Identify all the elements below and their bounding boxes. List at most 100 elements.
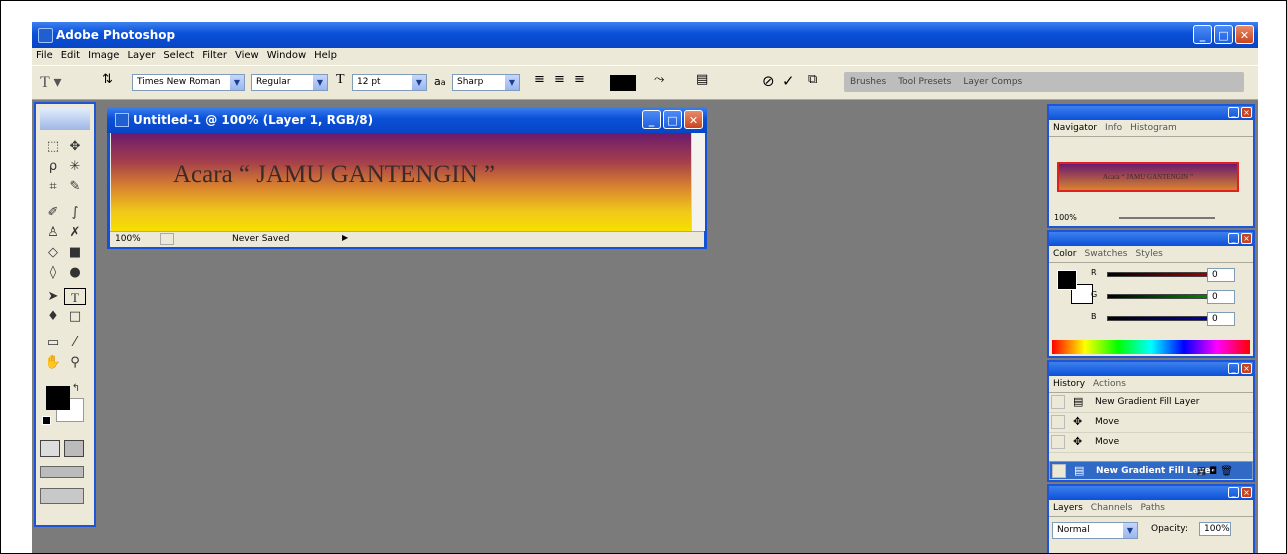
menu-image[interactable]: Image xyxy=(84,48,123,61)
vertical-scrollbar[interactable] xyxy=(691,133,705,231)
blur-icon[interactable]: ◊ xyxy=(42,264,64,281)
tab-layers[interactable]: Layers xyxy=(1049,500,1087,513)
quick-mask-icon[interactable] xyxy=(64,440,84,457)
palettes-icon[interactable]: ▤ xyxy=(696,72,708,92)
tab-actions[interactable]: Actions xyxy=(1089,376,1130,389)
pen-icon[interactable]: ♦ xyxy=(42,308,64,325)
brush-icon[interactable]: ∫ xyxy=(64,204,86,221)
file-browser-icon[interactable]: ⧉ xyxy=(808,72,817,92)
tab-swatches[interactable]: Swatches xyxy=(1081,246,1132,259)
menu-select[interactable]: Select xyxy=(159,48,198,61)
slice-icon[interactable]: ✎ xyxy=(64,178,86,195)
zoom-level[interactable]: 100% xyxy=(115,234,141,244)
standard-mode-icon[interactable] xyxy=(40,440,60,457)
blend-mode-select[interactable]: Normal ▼ xyxy=(1052,522,1138,539)
default-colors-icon[interactable] xyxy=(42,416,51,425)
align-right-icon[interactable]: ≡ xyxy=(574,72,585,92)
tab-info[interactable]: Info xyxy=(1101,120,1126,133)
doc-maximize-button[interactable]: □ xyxy=(663,110,682,129)
cancel-icon[interactable]: ⊘ xyxy=(762,72,775,92)
font-style-select[interactable]: Regular ▼ xyxy=(251,74,328,91)
menu-layer[interactable]: Layer xyxy=(123,48,159,61)
history-brush-source-box[interactable] xyxy=(1052,464,1066,478)
panel-close-icon[interactable]: × xyxy=(1241,233,1252,244)
status-arrow-icon[interactable]: ▶ xyxy=(342,233,348,242)
panel-close-icon[interactable]: × xyxy=(1241,487,1252,498)
menu-window[interactable]: Window xyxy=(263,48,310,61)
notes-icon[interactable]: ▭ xyxy=(42,334,64,351)
jump-to-imageready-icon[interactable] xyxy=(40,488,84,504)
navigator-zoom-slider[interactable] xyxy=(1119,217,1215,219)
menu-edit[interactable]: Edit xyxy=(57,48,84,61)
maximize-button[interactable]: □ xyxy=(1214,25,1233,44)
canvas-text-layer[interactable]: Acara “ JAMU GANTENGIN ” xyxy=(173,161,495,189)
marquee-icon[interactable]: ⬚ xyxy=(42,138,64,155)
tab-navigator[interactable]: Navigator xyxy=(1049,120,1102,133)
history-item[interactable]: ✥ Move xyxy=(1049,413,1253,433)
color-foreground-swatch[interactable] xyxy=(1057,270,1077,290)
lasso-icon[interactable]: ρ xyxy=(42,158,64,175)
menu-file[interactable]: File xyxy=(32,48,57,61)
shape-icon[interactable]: □ xyxy=(64,308,86,325)
path-selection-icon[interactable]: ➤ xyxy=(42,288,64,305)
align-center-icon[interactable]: ≡ xyxy=(554,72,565,92)
history-brush-source-box[interactable] xyxy=(1051,415,1065,429)
menu-view[interactable]: View xyxy=(231,48,263,61)
history-buttons[interactable]: ▤ ◘ 🗑 xyxy=(1197,466,1233,477)
commit-icon[interactable]: ✓ xyxy=(782,72,795,92)
type-tool-preset-icon[interactable]: T ▾ xyxy=(40,72,62,92)
eraser-icon[interactable]: ◇ xyxy=(42,244,64,261)
crop-icon[interactable]: ⌗ xyxy=(42,178,64,195)
minimize-button[interactable]: _ xyxy=(1193,25,1212,44)
tab-tool-presets[interactable]: Tool Presets xyxy=(892,72,957,87)
channel-r-value[interactable]: 0 xyxy=(1207,268,1235,282)
history-brush-icon[interactable]: ✗ xyxy=(64,224,86,241)
dodge-icon[interactable]: ● xyxy=(64,264,86,281)
panel-minimize-icon[interactable]: _ xyxy=(1228,233,1239,244)
eyedropper-icon[interactable]: ⁄ xyxy=(64,334,86,351)
panel-minimize-icon[interactable]: _ xyxy=(1228,363,1239,374)
font-size-select[interactable]: 12 pt ▼ xyxy=(352,74,427,91)
move-tool-icon[interactable]: ✥ xyxy=(64,138,86,155)
hand-icon[interactable]: ✋ xyxy=(42,354,64,371)
magic-wand-icon[interactable]: ✳ xyxy=(64,158,86,175)
menu-help[interactable]: Help xyxy=(310,48,341,61)
history-brush-source-box[interactable] xyxy=(1051,395,1065,409)
navigator-zoom[interactable]: 100% xyxy=(1054,213,1077,222)
antialias-select[interactable]: Sharp ▼ xyxy=(452,74,520,91)
text-color-swatch[interactable] xyxy=(610,75,636,91)
tab-brushes[interactable]: Brushes xyxy=(844,72,892,87)
gradient-icon[interactable]: ■ xyxy=(64,244,86,261)
channel-g-value[interactable]: 0 xyxy=(1207,290,1235,304)
tab-channels[interactable]: Channels xyxy=(1087,500,1137,513)
panel-close-icon[interactable]: × xyxy=(1241,107,1252,118)
type-tool-icon[interactable]: T xyxy=(64,288,86,305)
clone-stamp-icon[interactable]: ♙ xyxy=(42,224,64,241)
align-left-icon[interactable]: ≡ xyxy=(534,72,545,92)
zoom-icon[interactable]: ⚲ xyxy=(64,354,86,371)
tab-styles[interactable]: Styles xyxy=(1132,246,1167,259)
history-item[interactable]: ✥ Move xyxy=(1049,433,1253,453)
history-brush-source-box[interactable] xyxy=(1051,435,1065,449)
opacity-value[interactable]: 100% xyxy=(1199,522,1231,536)
panel-minimize-icon[interactable]: _ xyxy=(1228,487,1239,498)
close-button[interactable]: ✕ xyxy=(1235,25,1254,44)
menu-filter[interactable]: Filter xyxy=(198,48,231,61)
channel-b-value[interactable]: 0 xyxy=(1207,312,1235,326)
tab-histogram[interactable]: Histogram xyxy=(1126,120,1181,133)
text-orientation-icon[interactable]: ⇅ xyxy=(102,72,113,92)
swap-colors-icon[interactable]: ↰ xyxy=(70,380,82,397)
doc-minimize-button[interactable]: _ xyxy=(642,110,661,129)
screen-mode-icons[interactable] xyxy=(40,466,84,478)
panel-close-icon[interactable]: × xyxy=(1241,363,1252,374)
doc-close-button[interactable]: ✕ xyxy=(684,110,703,129)
panel-minimize-icon[interactable]: _ xyxy=(1228,107,1239,118)
tab-layer-comps[interactable]: Layer Comps xyxy=(957,72,1028,87)
warp-text-icon[interactable]: ⤳ xyxy=(654,72,664,92)
tab-history[interactable]: History xyxy=(1049,376,1090,389)
document-canvas[interactable]: Acara “ JAMU GANTENGIN ” xyxy=(111,133,691,231)
tab-paths[interactable]: Paths xyxy=(1136,500,1168,513)
history-item[interactable]: ▤ New Gradient Fill Layer xyxy=(1049,393,1253,413)
color-ramp[interactable] xyxy=(1052,340,1250,354)
healing-brush-icon[interactable]: ✐ xyxy=(42,204,64,221)
